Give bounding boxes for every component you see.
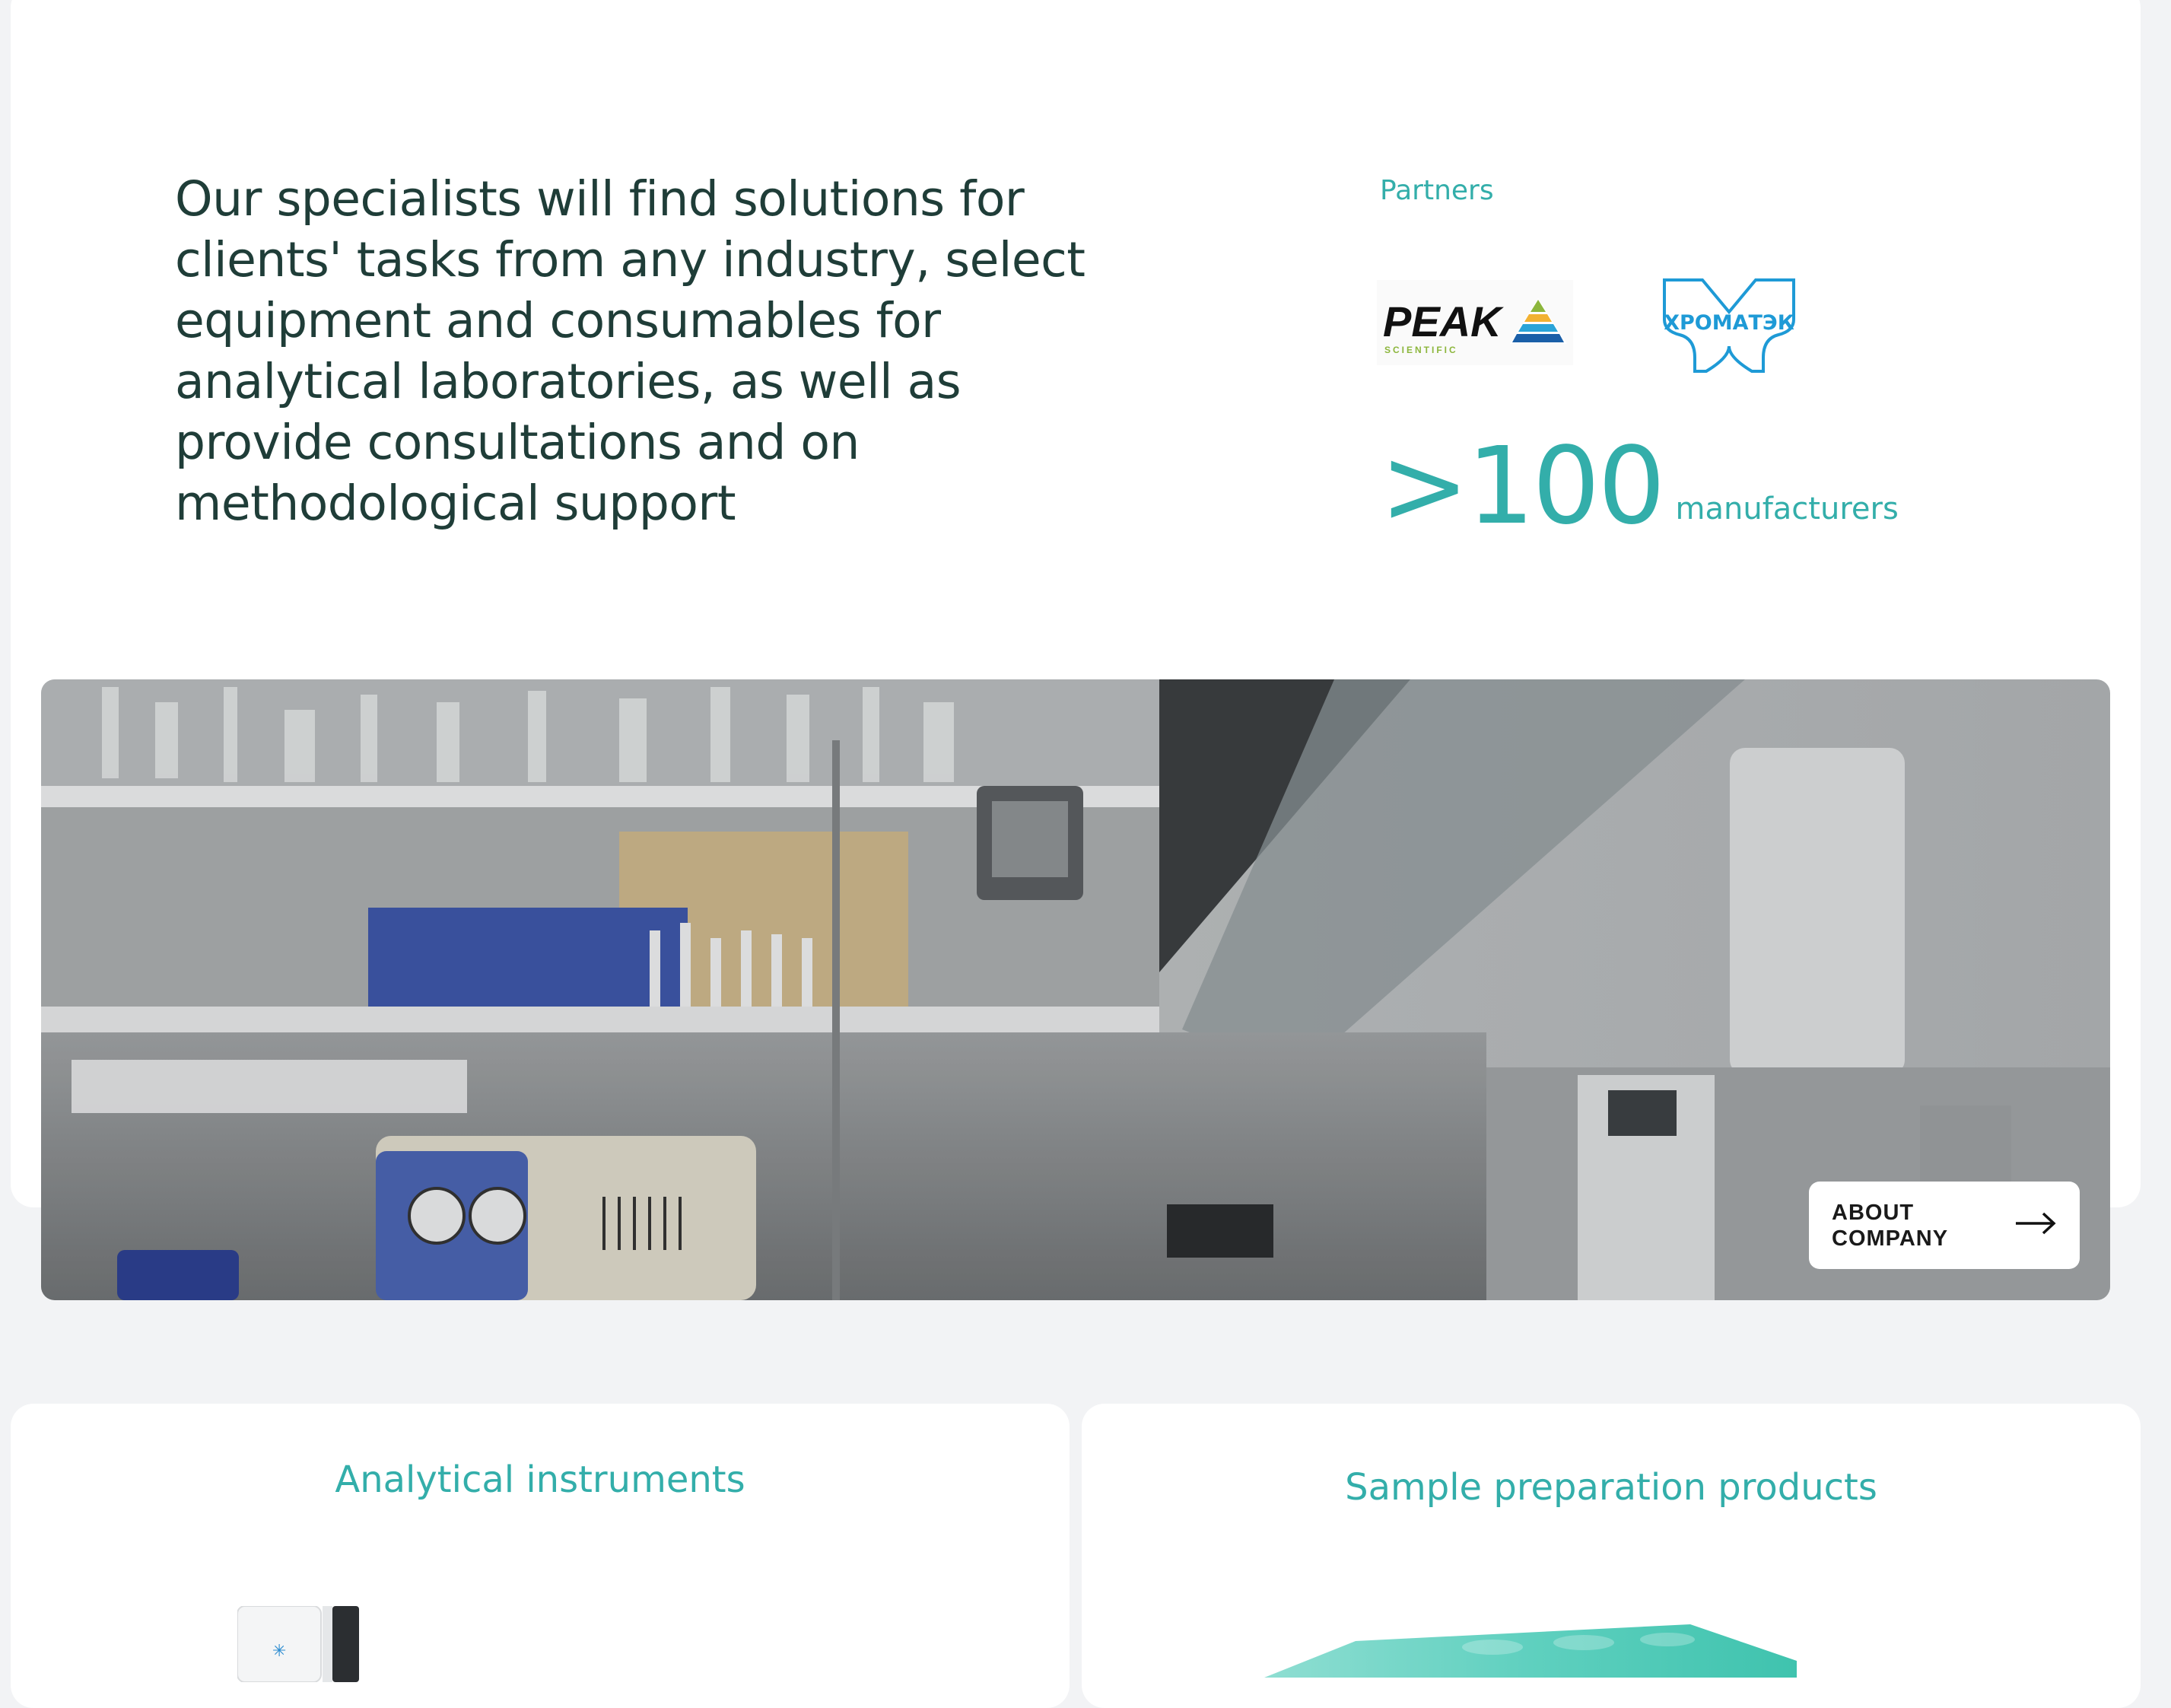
peak-logo-text: PEAK <box>1383 297 1504 345</box>
category-card-analytical-instruments[interactable]: Analytical instruments ✳ <box>11 1404 1070 1708</box>
category-card-sample-preparation[interactable]: Sample preparation products <box>1082 1404 2141 1708</box>
intro-text: Our specialists will find solutions for … <box>175 171 1086 531</box>
manufacturers-stat: >100 manufacturers <box>1380 434 1899 540</box>
category-title: Analytical instruments <box>335 1458 745 1501</box>
about-company-button[interactable]: ABOUT COMPANY <box>1809 1182 2080 1269</box>
peak-logo-subtitle: SCIENTIFIC <box>1384 345 1458 355</box>
sample-preparation-plate-photo <box>1264 1624 1797 1681</box>
manufacturers-label: manufacturers <box>1675 491 1899 526</box>
manufacturers-count: >100 <box>1380 425 1666 549</box>
laboratory-photo <box>41 679 2110 1300</box>
peak-scientific-logo[interactable]: PEAK SCIENTIFIC <box>1377 280 1573 365</box>
partners-label: Partners <box>1380 175 1494 206</box>
arrow-right-icon <box>2014 1212 2057 1239</box>
about-company-label: ABOUT COMPANY <box>1832 1200 1949 1251</box>
category-title: Sample preparation products <box>1345 1466 1877 1509</box>
chromatec-logo-text: ХРОМАТЭК <box>1664 311 1794 335</box>
svg-text:✳: ✳ <box>272 1642 286 1661</box>
chromatec-logo[interactable]: ХРОМАТЭК <box>1657 274 1801 377</box>
analytical-instrument-photo: ✳ <box>237 1605 359 1686</box>
